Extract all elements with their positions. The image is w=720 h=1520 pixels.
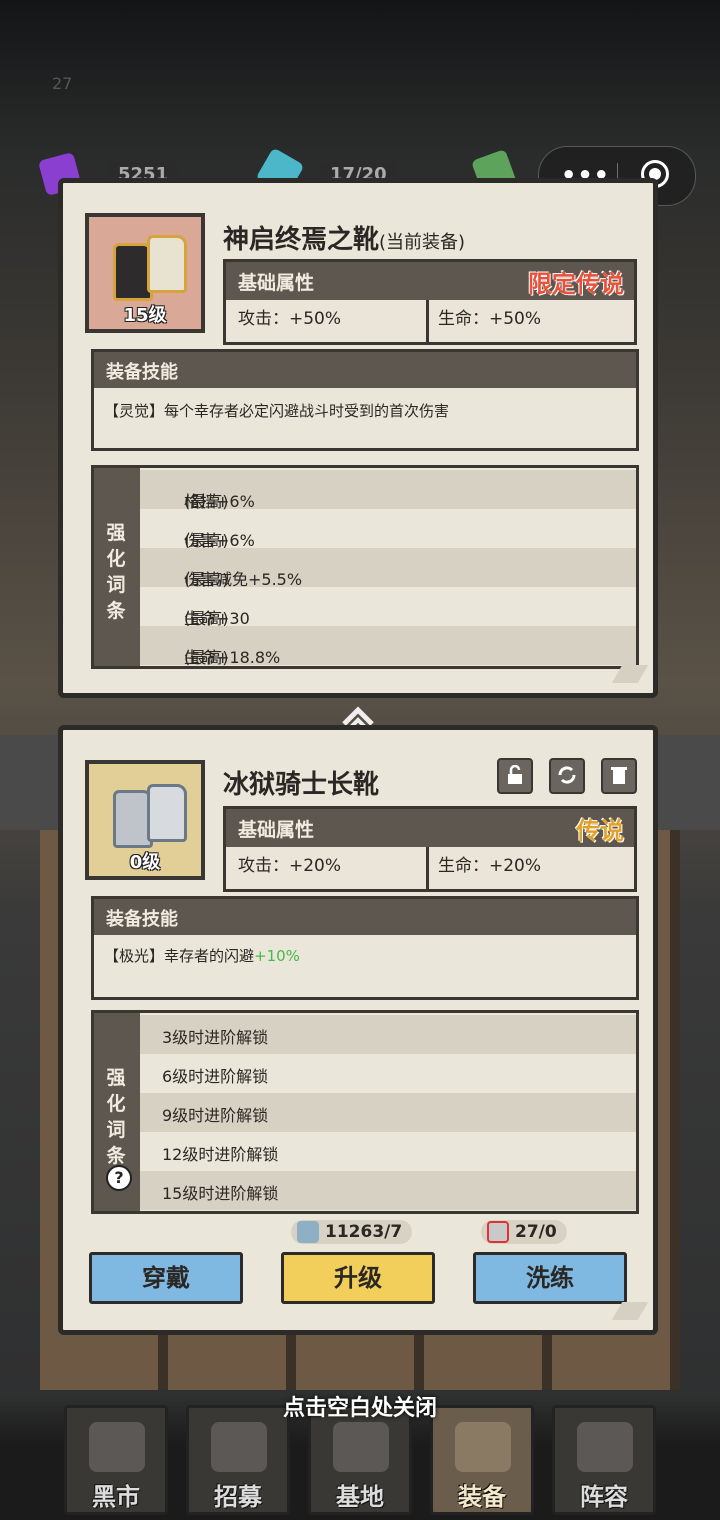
current-affix-label: 强化词条: [106, 522, 126, 622]
new-skill-text: 【极光】幸存者的闪避+10%: [104, 945, 300, 966]
new-base-attributes: 基础属性 传说 攻击：+20% 生命：+20%: [223, 806, 637, 892]
affix-max-note: (最高): [184, 648, 229, 667]
current-attr-header: 基础属性 限定传说: [226, 262, 634, 300]
locked-affix-row: 3级时进阶解锁: [140, 1015, 636, 1054]
current-affix-box: 强化词条 格挡+6% (最高) 伤害+6% (最高) 伤害减免+5.5% (最高) 生…: [91, 465, 639, 669]
affix-row: 生命+18.8% (最高): [140, 626, 636, 667]
new-skill-desc: 【极光】幸存者的闪避: [104, 947, 255, 965]
current-item-tag: (当前装备): [379, 232, 466, 253]
new-skill-bonus: +10%: [254, 947, 300, 965]
reforge-cost-cube: 27/0: [481, 1220, 567, 1244]
crystal-icon: [297, 1221, 319, 1243]
recruit-icon: [211, 1422, 267, 1472]
locked-affix-row: 9级时进阶解锁: [140, 1093, 636, 1132]
locked-affix-text: 15级时进阶解锁: [162, 1184, 279, 1203]
attr-divider: [426, 847, 429, 889]
current-item-name: 神启终焉之靴: [223, 225, 380, 255]
current-affix-side-label: 强化词条: [94, 468, 140, 666]
locked-affix-row: 12级时进阶解锁: [140, 1132, 636, 1171]
black-market-icon: [89, 1422, 145, 1472]
current-skill-header-label: 装备技能: [106, 362, 178, 383]
nav-label: 阵容: [580, 1483, 628, 1511]
nav-label: 基地: [336, 1483, 384, 1511]
locked-affix-row: 6级时进阶解锁: [140, 1054, 636, 1093]
current-item-title: 神启终焉之靴(当前装备): [223, 219, 465, 256]
lock-button[interactable]: [497, 758, 533, 794]
attr-divider: [426, 300, 429, 342]
help-icon[interactable]: ?: [106, 1165, 132, 1191]
refresh-icon: [558, 766, 576, 784]
nav-label: 黑市: [92, 1483, 140, 1511]
base-icon: [333, 1422, 389, 1472]
nav-label: 招募: [214, 1483, 262, 1511]
locked-affix-text: 6级时进阶解锁: [162, 1067, 269, 1086]
boot-right-icon: [147, 235, 187, 293]
new-attr-header: 基础属性 传说: [226, 809, 634, 847]
current-skill-header: 装备技能: [94, 352, 636, 388]
new-rarity-badge: 传说: [576, 817, 624, 845]
current-item-portrait[interactable]: 15级: [85, 213, 205, 333]
delete-button[interactable]: [601, 758, 637, 794]
refresh-button[interactable]: [549, 758, 585, 794]
affix-row: 伤害减免+5.5% (最高): [140, 548, 636, 589]
new-affix-box: 强化词条 ? 3级时进阶解锁 6级时进阶解锁 9级时进阶解锁 12级时进阶解锁 …: [91, 1010, 639, 1214]
new-equipment-card: 0级 冰狱骑士长靴 基础属性 传说 攻击：+20% 生命：+20% 装备技能 【…: [58, 725, 658, 1335]
new-affix-label: 强化词条: [106, 1067, 126, 1167]
current-rarity-badge: 限定传说: [528, 270, 624, 298]
current-equipment-card: 15级 神启终焉之靴(当前装备) 基础属性 限定传说 攻击：+50% 生命：+5…: [58, 178, 658, 698]
affix-row: 伤害+6% (最高): [140, 509, 636, 550]
new-item-name: 冰狱骑士长靴: [223, 770, 380, 800]
new-attr-label: 基础属性: [238, 819, 315, 841]
locked-affix-row: 15级时进阶解锁: [140, 1171, 636, 1210]
upgrade-cost-crystal: 11263/7: [291, 1220, 413, 1244]
new-hp-stat: 生命：+20%: [438, 856, 542, 876]
cube-cost-text: 27/0: [515, 1222, 557, 1242]
lineup-icon: [577, 1422, 633, 1472]
trash-icon: [611, 767, 627, 784]
new-affix-side-label: 强化词条 ?: [94, 1013, 140, 1211]
current-base-attributes: 基础属性 限定传说 攻击：+50% 生命：+50%: [223, 259, 637, 345]
new-attack-stat: 攻击：+20%: [238, 856, 342, 876]
unlock-icon: [508, 764, 522, 784]
boot-right-icon: [147, 784, 187, 842]
new-skill-box: 装备技能 【极光】幸存者的闪避+10%: [91, 896, 639, 1000]
affix-row: 格挡+6% (最高): [140, 470, 636, 511]
crystal-cost-text: 11263/7: [325, 1222, 403, 1242]
new-item-level: 0级: [129, 852, 161, 873]
upgrade-button[interactable]: 升级: [281, 1252, 435, 1304]
new-skill-header: 装备技能: [94, 899, 636, 935]
current-attr-label: 基础属性: [238, 272, 315, 294]
current-skill-box: 装备技能 【灵觉】每个幸存者必定闪避战斗时受到的首次伤害: [91, 349, 639, 451]
locked-affix-text: 3级时进阶解锁: [162, 1028, 269, 1047]
reforge-button[interactable]: 洗练: [473, 1252, 627, 1304]
current-hp-stat: 生命：+50%: [438, 309, 542, 329]
equipment-icon: [455, 1422, 511, 1472]
affix-row: 生命+30 (最高): [140, 587, 636, 628]
close-hint: 点击空白处关闭: [282, 1396, 437, 1421]
current-attack-stat: 攻击：+50%: [238, 309, 342, 329]
nav-label: 装备: [458, 1483, 506, 1511]
locked-affix-text: 12级时进阶解锁: [162, 1145, 279, 1164]
locked-affix-text: 9级时进阶解锁: [162, 1106, 269, 1125]
new-skill-header-label: 装备技能: [106, 909, 178, 930]
new-item-portrait[interactable]: 0级: [85, 760, 205, 880]
equip-button[interactable]: 穿戴: [89, 1252, 243, 1304]
current-skill-text: 【灵觉】每个幸存者必定闪避战斗时受到的首次伤害: [104, 402, 450, 420]
status-number: 27: [52, 74, 73, 93]
cube-icon: [487, 1221, 509, 1243]
current-item-level: 15级: [123, 305, 167, 326]
